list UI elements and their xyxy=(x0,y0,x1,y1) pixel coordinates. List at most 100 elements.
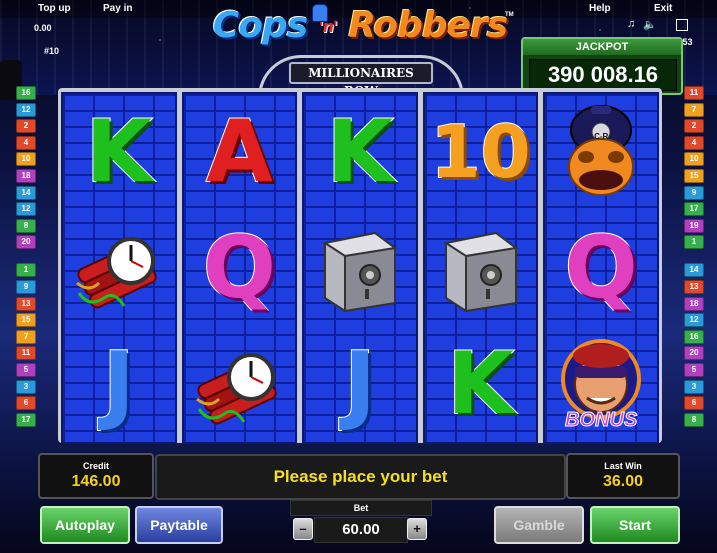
symbol-k: K xyxy=(84,101,153,203)
credit-label: Credit xyxy=(82,461,109,471)
payline-left-8: 8 xyxy=(16,218,36,233)
payline-right-13: 13 xyxy=(684,279,704,294)
bet-control: Bet – 60.00 + xyxy=(290,500,432,546)
payline-left-7: 7 xyxy=(16,329,36,344)
symbol-k: K xyxy=(326,101,395,203)
reel-1: KJ xyxy=(61,92,177,444)
jackpot-label: JACKPOT xyxy=(523,39,681,55)
bet-label: Bet xyxy=(290,500,432,516)
symbol-j: J xyxy=(343,333,377,435)
payline-right-17: 17 xyxy=(684,202,704,217)
bet-increase-button[interactable]: + xyxy=(407,518,427,540)
policeman-icon: C-R xyxy=(545,94,657,210)
logo-robbers-text: Robbers xyxy=(348,5,508,46)
symbol-a: A xyxy=(205,101,274,203)
reel-cell: J xyxy=(304,326,416,442)
symbol-q: Q xyxy=(202,217,277,319)
payline-left-12: 12 xyxy=(16,102,36,117)
reel-cell: A xyxy=(184,94,296,210)
payline-left-2: 2 xyxy=(16,119,36,134)
reel-5: C-R Q BONUS xyxy=(543,92,659,444)
payline-right-3: 3 xyxy=(684,379,704,394)
symbol-k: K xyxy=(446,333,515,435)
paytable-button[interactable]: Paytable xyxy=(135,506,223,544)
subtitle-plate: MILLIONAIRES ROW xyxy=(289,62,433,98)
payline-right-1: 1 xyxy=(684,235,704,250)
reel-cell: K xyxy=(63,94,175,210)
reel-4: 10 K xyxy=(422,92,539,444)
symbol-j: J xyxy=(102,333,136,435)
payline-right-5: 5 xyxy=(684,362,704,377)
credit-value: 146.00 xyxy=(71,473,121,490)
payline-left-5: 5 xyxy=(16,362,36,377)
logo-cops-text: Cops xyxy=(212,5,308,46)
payin-button[interactable]: Pay in xyxy=(103,3,132,14)
payline-right-7: 7 xyxy=(684,102,704,117)
siren-icon xyxy=(312,4,328,22)
payline-right-6: 6 xyxy=(684,396,704,411)
dynamite-icon xyxy=(184,326,296,442)
paylines-right: 11 7 2 4 10 15 9 17 19 1 14 13 18 12 16 20 5 3 6 8 xyxy=(684,86,704,429)
payline-left-20: 20 xyxy=(16,235,36,250)
credit-panel: Credit 146.00 xyxy=(38,453,154,499)
payline-right-9: 9 xyxy=(684,185,704,200)
reel-cell: J xyxy=(63,326,175,442)
topup-button[interactable]: Top up xyxy=(38,3,71,14)
safe-icon xyxy=(425,210,537,326)
game-id: #10 xyxy=(44,46,60,56)
payline-right-15: 15 xyxy=(684,168,704,183)
last-win-panel: Last Win 36.00 xyxy=(566,453,680,499)
symbol-q: Q xyxy=(564,217,639,319)
reel-3: KJ xyxy=(302,92,418,444)
payline-right-4: 4 xyxy=(684,135,704,150)
payline-left-10: 10 xyxy=(16,152,36,167)
payline-left-1: 1 xyxy=(16,263,36,278)
reels-area: K J A Q K J 10 K C-R Q BONUS xyxy=(61,92,659,444)
reel-cell: Q xyxy=(184,210,296,326)
reel-cell: K xyxy=(304,94,416,210)
reel-2: AQ xyxy=(181,92,298,444)
reel-cell: 10 xyxy=(425,94,537,210)
payline-right-18: 18 xyxy=(684,296,704,311)
music-note-icon[interactable]: ♫ xyxy=(627,18,635,30)
payline-right-11: 11 xyxy=(684,86,704,100)
help-button[interactable]: Help xyxy=(589,3,611,14)
jackpot-value: 390 008.16 xyxy=(529,59,677,91)
payline-left-15: 15 xyxy=(16,313,36,328)
robber-bonus-icon: BONUS xyxy=(545,326,657,442)
paylines-left: 16 12 2 4 10 18 14 12 8 20 1 9 13 15 7 11 5 3 6 17 xyxy=(16,86,36,429)
speaker-icon[interactable]: 🔈 xyxy=(643,18,657,31)
payline-right-16: 16 xyxy=(684,329,704,344)
symbol-10: 10 xyxy=(429,109,531,195)
payline-left-4: 4 xyxy=(16,135,36,150)
gamble-button[interactable]: Gamble xyxy=(494,506,584,544)
start-button[interactable]: Start xyxy=(590,506,680,544)
bet-value: 60.00 xyxy=(314,517,408,543)
small-balance: 0.00 xyxy=(34,23,52,33)
bonus-label: BONUS xyxy=(565,409,638,432)
payline-left-16: 16 xyxy=(16,86,36,100)
payline-right-8: 8 xyxy=(684,412,704,427)
payline-left-14: 14 xyxy=(16,185,36,200)
bet-decrease-button[interactable]: – xyxy=(293,518,313,540)
game-logo: Cops 'n' Robbers TM xyxy=(205,4,515,60)
payline-left-18: 18 xyxy=(16,168,36,183)
status-message: Please place your bet xyxy=(155,454,566,500)
payline-right-12: 12 xyxy=(684,313,704,328)
slot-game: Top up Pay in Help Exit 0.00 #10 11:53 ♫… xyxy=(0,0,717,553)
payline-right-20: 20 xyxy=(684,346,704,361)
payline-left-6: 6 xyxy=(16,396,36,411)
payline-left-3: 3 xyxy=(16,379,36,394)
fullscreen-icon[interactable] xyxy=(676,19,688,31)
payline-right-14: 14 xyxy=(684,263,704,278)
autoplay-button[interactable]: Autoplay xyxy=(40,506,130,544)
payline-left-12: 12 xyxy=(16,202,36,217)
reel-cell: Q xyxy=(545,210,657,326)
trademark-mark: TM xyxy=(505,12,514,18)
last-win-label: Last Win xyxy=(604,461,642,471)
dynamite-icon xyxy=(63,210,175,326)
safe-icon xyxy=(304,210,416,326)
payline-left-13: 13 xyxy=(16,296,36,311)
exit-button[interactable]: Exit xyxy=(654,3,672,14)
payline-left-11: 11 xyxy=(16,346,36,361)
